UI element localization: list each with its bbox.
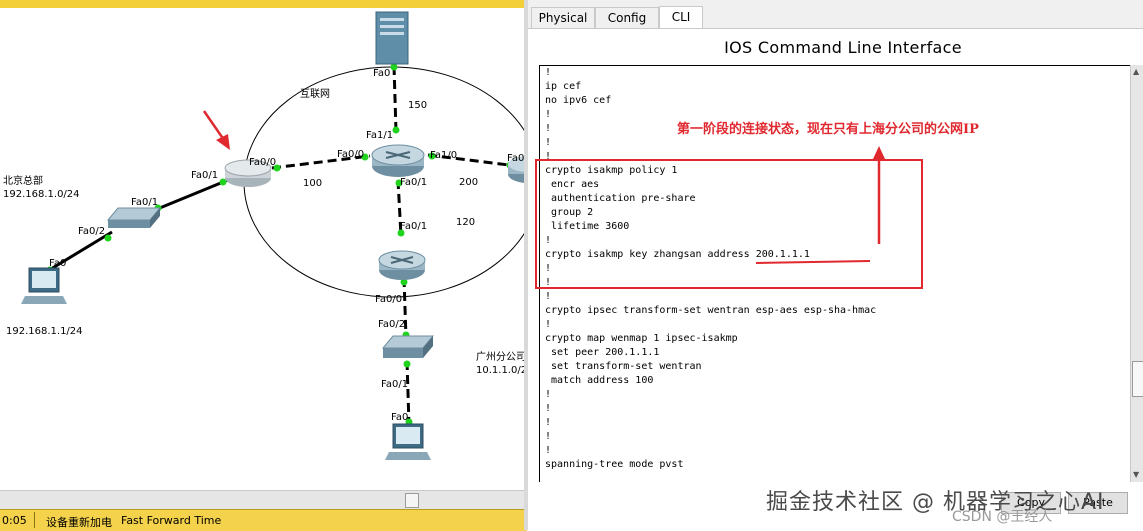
center-fa1-1-label: Fa1/1 bbox=[366, 130, 394, 141]
cli-line: ! bbox=[545, 277, 552, 288]
gz-router-fa0-1-label: Fa0/1 bbox=[400, 221, 428, 232]
status-separator bbox=[34, 512, 35, 528]
cli-line: crypto map wenmap 1 ipsec-isakmp bbox=[545, 333, 738, 344]
topology-horizontal-scrollbar[interactable] bbox=[0, 490, 527, 509]
gz-pc-icon bbox=[385, 423, 431, 460]
cli-line: ! bbox=[545, 417, 552, 428]
tab-config[interactable]: Config bbox=[595, 7, 659, 28]
gz-switch-fa0-2-label: Fa0/2 bbox=[378, 319, 406, 330]
cli-line: crypto isakmp key zhangsan address 200.1… bbox=[545, 249, 810, 260]
bj-switch-icon bbox=[106, 207, 162, 228]
cli-line: lifetime 3600 bbox=[551, 221, 630, 232]
cli-line: ip cef bbox=[545, 81, 582, 92]
fast-forward-button[interactable]: Fast Forward Time bbox=[121, 514, 221, 527]
cli-line: ! bbox=[545, 319, 552, 330]
link-120-label: 120 bbox=[456, 217, 476, 228]
topology-scroll-thumb[interactable] bbox=[405, 493, 419, 508]
internet-label: 互联网 bbox=[300, 89, 330, 100]
gz-router-fa0-0-label: Fa0/0 bbox=[375, 294, 403, 305]
topology-drawing bbox=[21, 11, 527, 460]
cli-line: set transform-set wentran bbox=[551, 361, 702, 372]
cli-line: crypto ipsec transform-set wentran esp-a… bbox=[545, 305, 877, 316]
bj-switch-fa0-1-label: Fa0/1 bbox=[131, 197, 159, 208]
cli-line: ! bbox=[545, 151, 552, 162]
cli-line: ! bbox=[545, 235, 552, 246]
cli-line: ! bbox=[545, 389, 552, 400]
cli-line: authentication pre-share bbox=[551, 193, 696, 204]
bj-pc-icon bbox=[21, 267, 67, 304]
gz-pc-fa0-label: Fa0 bbox=[391, 412, 409, 423]
gz-router-icon bbox=[378, 250, 426, 280]
cli-line: ! bbox=[545, 137, 552, 148]
center-fa0-1-label: Fa0/1 bbox=[400, 177, 428, 188]
cli-line: ! bbox=[545, 263, 552, 274]
bj-pc-fa0-label: Fa0 bbox=[49, 258, 67, 269]
cli-line: spanning-tree mode pvst bbox=[545, 459, 684, 470]
link-server-center bbox=[392, 65, 398, 132]
bj-router-fa0-0-label: Fa0/0 bbox=[249, 157, 277, 168]
tab-cli[interactable]: CLI bbox=[659, 6, 703, 28]
server-fa0-label: Fa0 bbox=[373, 68, 391, 79]
cli-line: ! bbox=[545, 291, 552, 302]
beijing-title-label: 北京总部 bbox=[3, 176, 43, 187]
cli-vertical-scrollbar[interactable]: ▲ ▼ bbox=[1130, 65, 1143, 483]
cli-line: ! bbox=[545, 109, 552, 120]
bj-router-fa0-1-label: Fa0/1 bbox=[191, 170, 219, 181]
cli-line: group 2 bbox=[551, 207, 594, 218]
status-bar: 0:05 设备重新加电 Fast Forward Time bbox=[0, 509, 527, 531]
bj-switch-fa0-2-label: Fa0/2 bbox=[78, 226, 106, 237]
cli-title: IOS Command Line Interface bbox=[724, 38, 962, 57]
center-router-icon bbox=[371, 144, 425, 177]
cli-line: ! bbox=[545, 445, 552, 456]
cli-line: set peer 200.1.1.1 bbox=[551, 347, 660, 358]
cli-line: ! bbox=[545, 431, 552, 442]
server-icon bbox=[375, 11, 409, 65]
topology-canvas[interactable]: 互联网 北京总部 192.168.1.0/24 192.168.1.1/24 广… bbox=[0, 0, 527, 509]
sim-time: 0:05 bbox=[2, 514, 27, 527]
cli-line: no ipv6 cef bbox=[545, 95, 612, 106]
cli-line: match address 100 bbox=[551, 375, 654, 386]
watermark-text: 掘金技术社区 @ 机器学习之心AI bbox=[766, 490, 1105, 515]
center-fa0-0-label: Fa0/0 bbox=[337, 149, 365, 160]
cli-scroll-thumb[interactable] bbox=[1132, 361, 1143, 397]
guangzhou-title-label: 广州分公司 bbox=[476, 352, 526, 363]
link-200-label: 200 bbox=[459, 177, 479, 188]
annotation-text: 第一阶段的连接状态，现在只有上海分公司的公网IP bbox=[677, 122, 979, 137]
cli-line: ! bbox=[545, 123, 552, 134]
guangzhou-net-label: 10.1.1.0/24 bbox=[476, 365, 527, 376]
bj-pc-ip-label: 192.168.1.1/24 bbox=[6, 326, 83, 337]
gz-switch-icon bbox=[381, 335, 435, 358]
cli-line: crypto isakmp policy 1 bbox=[545, 165, 678, 176]
device-panel: Physical Config CLI IOS Command Line Int… bbox=[528, 0, 1143, 530]
scroll-down-icon[interactable]: ▼ bbox=[1133, 470, 1139, 479]
center-fa1-0-label: Fa1/0 bbox=[430, 150, 458, 161]
scroll-up-icon[interactable]: ▲ bbox=[1133, 67, 1139, 76]
watermark-small-text: CSDN @王经人 bbox=[952, 509, 1053, 525]
link-bjrouter-bjswitch bbox=[149, 178, 229, 214]
cli-line: ! bbox=[545, 403, 552, 414]
cli-line: encr aes bbox=[551, 179, 600, 190]
link-100-label: 100 bbox=[303, 178, 323, 189]
cli-line: ! bbox=[545, 67, 552, 78]
beijing-net-label: 192.168.1.0/24 bbox=[3, 189, 80, 200]
gz-switch-fa0-1-label: Fa0/1 bbox=[381, 379, 409, 390]
power-cycle-button[interactable]: 设备重新加电 bbox=[46, 514, 112, 530]
link-150-label: 150 bbox=[408, 100, 428, 111]
device-tabs: Physical Config CLI bbox=[528, 0, 1143, 29]
tab-physical[interactable]: Physical bbox=[531, 7, 595, 28]
